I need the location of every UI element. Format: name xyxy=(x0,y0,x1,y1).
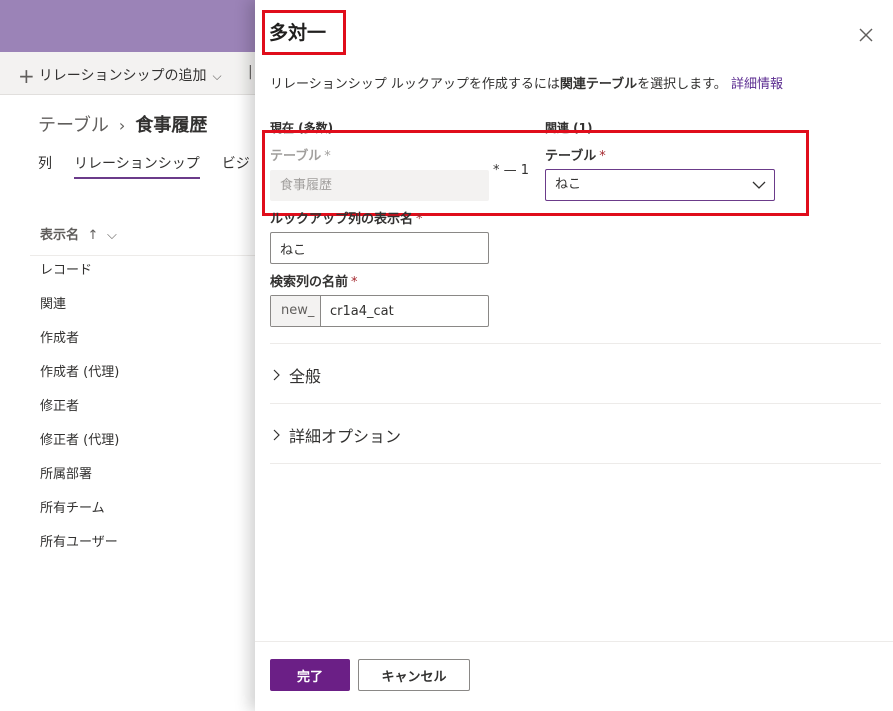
tab-business-rules[interactable]: ビジ xyxy=(222,153,250,177)
chevron-down-icon: ⌵ xyxy=(212,69,222,83)
section-divider xyxy=(270,403,881,404)
general-section-expander[interactable]: 全般 xyxy=(273,363,321,387)
lookup-column-name-input-box: new_ xyxy=(270,295,489,327)
chevron-right-icon xyxy=(273,426,281,445)
learn-more-link[interactable]: 詳細情報 xyxy=(731,77,783,92)
required-mark: * xyxy=(351,275,358,290)
lookup-display-name-label: ルックアップ列の表示名 * xyxy=(270,208,423,227)
list-item[interactable]: 所有ユーザー xyxy=(40,534,119,568)
advanced-options-label: 詳細オプション xyxy=(289,427,402,446)
chevron-right-icon xyxy=(273,366,281,385)
list-item[interactable]: レコード xyxy=(40,262,119,296)
description-suffix: を選択します。 xyxy=(637,77,727,92)
done-button[interactable]: 完了 xyxy=(270,659,350,691)
add-relationship-button[interactable]: + リレーションシップの追加 ⌵ xyxy=(18,64,222,88)
lookup-column-name-label-text: 検索列の名前 xyxy=(270,275,349,290)
close-icon xyxy=(859,28,873,42)
advanced-options-expander[interactable]: 詳細オプション xyxy=(273,423,401,447)
list-item[interactable]: 修正者 xyxy=(40,398,119,432)
relationship-list: レコード 関連 作成者 作成者 (代理) 修正者 修正者 (代理) 所属部署 所… xyxy=(40,262,119,568)
command-bar-separator: | xyxy=(248,64,253,80)
list-item[interactable]: 関連 xyxy=(40,296,119,330)
table-tabs: 列リレーションシップ ビジ xyxy=(38,153,272,179)
publisher-prefix: new_ xyxy=(271,296,321,326)
section-divider xyxy=(270,463,881,464)
list-item[interactable]: 修正者 (代理) xyxy=(40,432,119,466)
list-item[interactable]: 所有チーム xyxy=(40,500,119,534)
sort-ascending-icon: ↑ xyxy=(87,228,99,243)
required-mark: * xyxy=(416,212,423,227)
lookup-display-name-label-text: ルックアップ列の表示名 xyxy=(270,212,414,227)
description-text: リレーションシップ ルックアップを作成するには xyxy=(270,77,560,92)
lookup-display-name-input[interactable] xyxy=(271,233,488,263)
breadcrumb: テーブル › 食事履歴 xyxy=(38,111,207,137)
title-highlight-box xyxy=(262,10,346,55)
close-button[interactable] xyxy=(855,24,877,46)
tab-relationships[interactable]: リレーションシップ xyxy=(74,153,200,179)
general-section-label: 全般 xyxy=(289,367,322,386)
list-divider xyxy=(30,255,255,256)
lookup-column-name-input[interactable] xyxy=(321,296,488,326)
table-selection-highlight-box xyxy=(262,130,809,216)
list-item[interactable]: 作成者 xyxy=(40,330,119,364)
tab-columns[interactable]: 列 xyxy=(38,153,52,177)
footer-divider xyxy=(255,641,893,642)
panel-description: リレーションシップ ルックアップを作成するには関連テーブルを選択します。 詳細情… xyxy=(270,73,783,92)
display-name-header-label: 表示名 xyxy=(40,228,80,243)
lookup-column-name-input-wrap xyxy=(321,296,488,326)
many-to-one-panel: 多対一 リレーションシップ ルックアップを作成するには関連テーブルを選択します。… xyxy=(255,0,893,711)
cancel-button[interactable]: キャンセル xyxy=(358,659,470,691)
add-relationship-label: リレーションシップの追加 xyxy=(38,68,207,84)
chevron-right-icon: › xyxy=(118,116,126,135)
breadcrumb-current: 食事履歴 xyxy=(135,115,208,136)
breadcrumb-tables-link[interactable]: テーブル xyxy=(38,115,109,136)
chevron-down-icon: ⌵ xyxy=(106,228,117,243)
plus-icon: + xyxy=(18,64,35,88)
description-related-table: 関連テーブル xyxy=(559,77,638,92)
list-item[interactable]: 作成者 (代理) xyxy=(40,364,119,398)
list-item[interactable]: 所属部署 xyxy=(40,466,119,500)
section-divider xyxy=(270,343,881,344)
lookup-column-name-label: 検索列の名前 * xyxy=(270,271,358,290)
lookup-display-name-input-box xyxy=(270,232,489,264)
display-name-column-header[interactable]: 表示名 ↑ ⌵ xyxy=(40,224,117,243)
